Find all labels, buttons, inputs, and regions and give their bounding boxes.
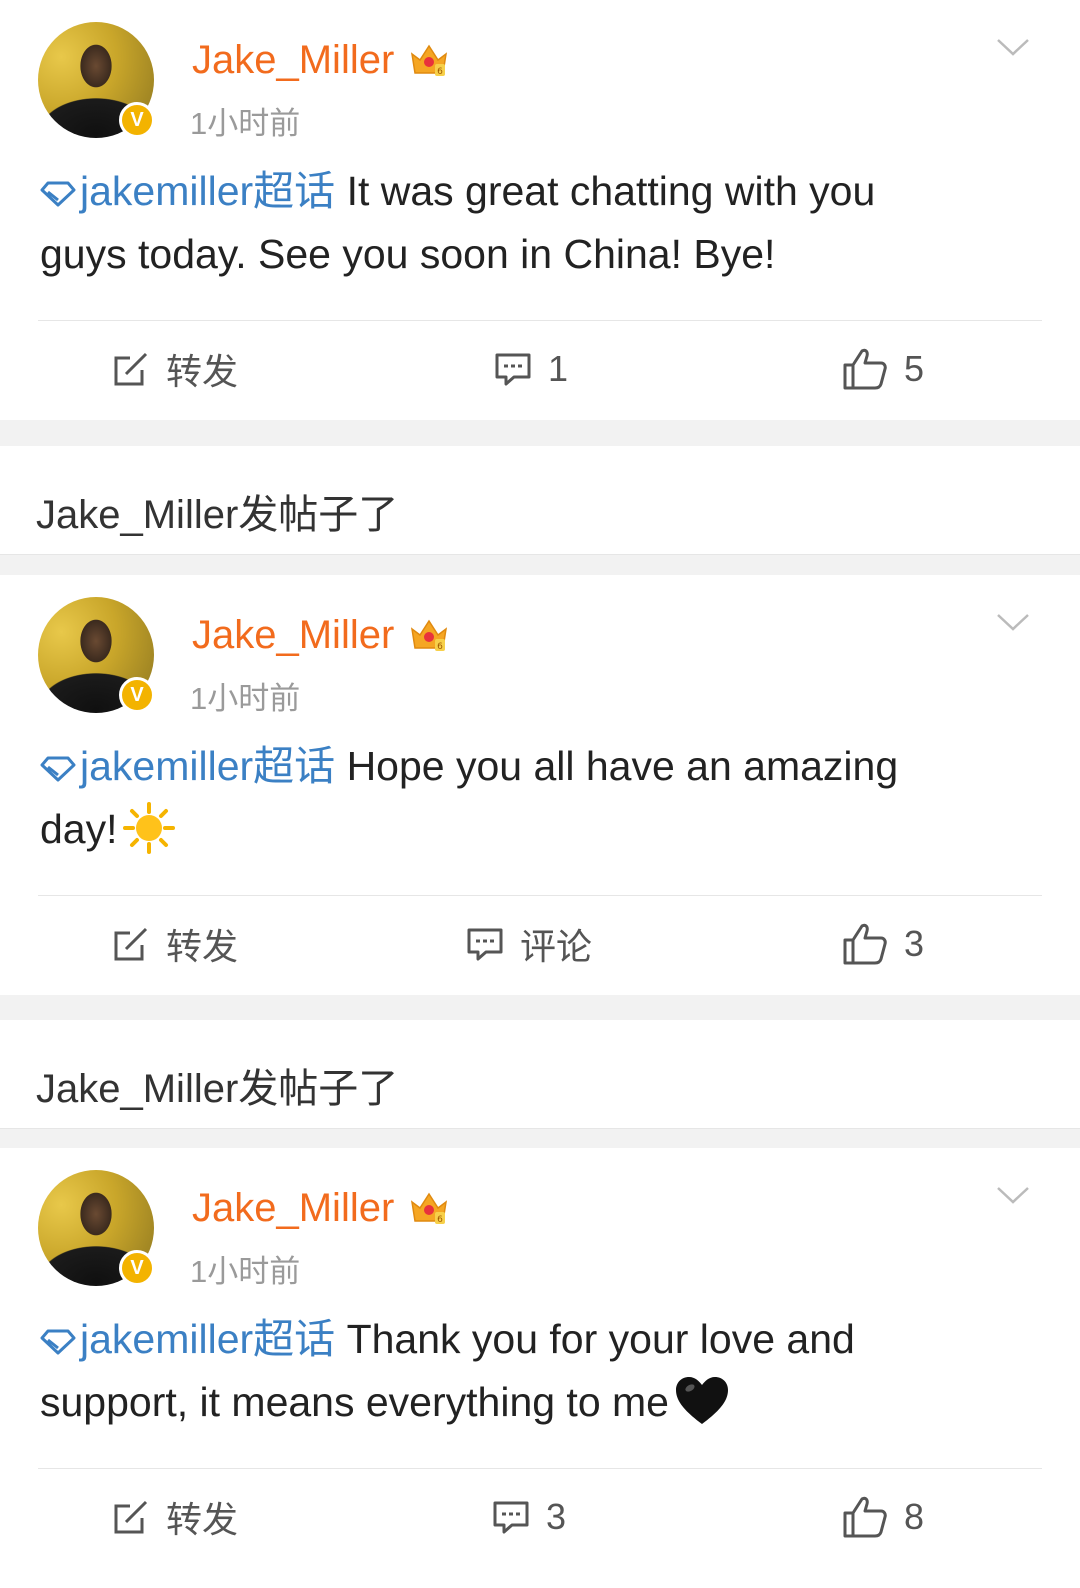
- posted-notice: Jake_Miller发帖子了: [0, 1020, 1080, 1129]
- topic-link[interactable]: jakemiller超话: [40, 1316, 335, 1362]
- topic-link[interactable]: jakemiller超话: [40, 168, 335, 214]
- svg-text:6: 6: [437, 1215, 443, 1225]
- username[interactable]: Jake_Miller: [192, 38, 394, 83]
- comment-button[interactable]: 1: [494, 344, 568, 394]
- svg-text:6: 6: [437, 67, 443, 77]
- post-card: V Jake_Miller 6 1小时前 jakemiller超话 It was…: [0, 0, 1080, 420]
- username[interactable]: Jake_Miller: [192, 1186, 394, 1231]
- comment-button[interactable]: 3: [492, 1492, 566, 1542]
- post-text-line-2: support, it means everything to me: [40, 1379, 669, 1425]
- posted-notice: Jake_Miller发帖子了: [0, 446, 1080, 555]
- post-timestamp: 1小时前: [190, 1254, 301, 1289]
- crown-vip-icon: 6: [410, 619, 448, 652]
- thumbs-up-icon: [843, 1496, 887, 1538]
- chevron-down-icon[interactable]: [996, 1184, 1030, 1206]
- sun-emoji-icon: [122, 802, 175, 854]
- verified-badge: V: [119, 102, 155, 138]
- repost-button[interactable]: 转发: [112, 919, 238, 969]
- comment-icon: [467, 928, 503, 961]
- post-content: jakemiller超话 Thank you for your love and…: [40, 1308, 1000, 1434]
- comment-button[interactable]: 评论: [466, 919, 592, 969]
- svg-text:6: 6: [437, 642, 443, 652]
- repost-edit-icon: [114, 352, 148, 386]
- post-text-line-1: Hope you all have an amazing: [346, 743, 899, 789]
- post-timestamp: 1小时前: [190, 106, 301, 141]
- post-text-line-1: Thank you for your love and: [346, 1316, 855, 1362]
- post-timestamp: 1小时前: [190, 681, 301, 716]
- post-text-line-1: It was great chatting with you: [346, 168, 876, 214]
- divider: [38, 320, 1042, 321]
- diamond-topic-icon: [40, 181, 76, 207]
- verified-badge: V: [119, 677, 155, 713]
- repost-edit-icon: [114, 927, 148, 961]
- repost-edit-icon: [114, 1500, 148, 1534]
- post-text-line-2: guys today. See you soon in China! Bye!: [40, 231, 776, 277]
- black-heart-emoji-icon: [675, 1377, 728, 1424]
- posted-notice-text: Jake_Miller发帖子了: [36, 493, 399, 537]
- post-content: jakemiller超话 Hope you all have an amazin…: [40, 735, 1000, 861]
- topic-link[interactable]: jakemiller超话: [40, 743, 335, 789]
- comment-icon: [493, 1501, 529, 1534]
- avatar[interactable]: V: [38, 22, 155, 138]
- like-button[interactable]: 3: [842, 919, 924, 969]
- thumbs-up-icon: [843, 923, 887, 965]
- post-text-line-2: day!: [40, 806, 118, 852]
- post-content: jakemiller超话 It was great chatting with …: [40, 160, 1000, 286]
- chevron-down-icon[interactable]: [996, 611, 1030, 633]
- verified-badge: V: [119, 1250, 155, 1286]
- posted-notice-text: Jake_Miller发帖子了: [36, 1067, 399, 1111]
- post-card: V Jake_Miller 6 1小时前 jakemiller超话 Hope y…: [0, 575, 1080, 995]
- comment-icon: [495, 353, 531, 386]
- divider: [38, 895, 1042, 896]
- avatar[interactable]: V: [38, 597, 155, 713]
- crown-vip-icon: 6: [410, 1192, 448, 1225]
- avatar[interactable]: V: [38, 1170, 155, 1286]
- divider: [38, 1468, 1042, 1469]
- repost-button[interactable]: 转发: [112, 344, 238, 394]
- like-button[interactable]: 5: [842, 344, 924, 394]
- username[interactable]: Jake_Miller: [192, 613, 394, 658]
- post-card: V Jake_Miller 6 1小时前 jakemiller超话 Thank …: [0, 1148, 1080, 1588]
- thumbs-up-icon: [843, 348, 887, 390]
- crown-vip-icon: 6: [410, 44, 448, 77]
- like-button[interactable]: 8: [842, 1492, 924, 1542]
- diamond-topic-icon: [40, 756, 76, 782]
- repost-button[interactable]: 转发: [112, 1492, 238, 1542]
- diamond-topic-icon: [40, 1329, 76, 1355]
- chevron-down-icon[interactable]: [996, 36, 1030, 58]
